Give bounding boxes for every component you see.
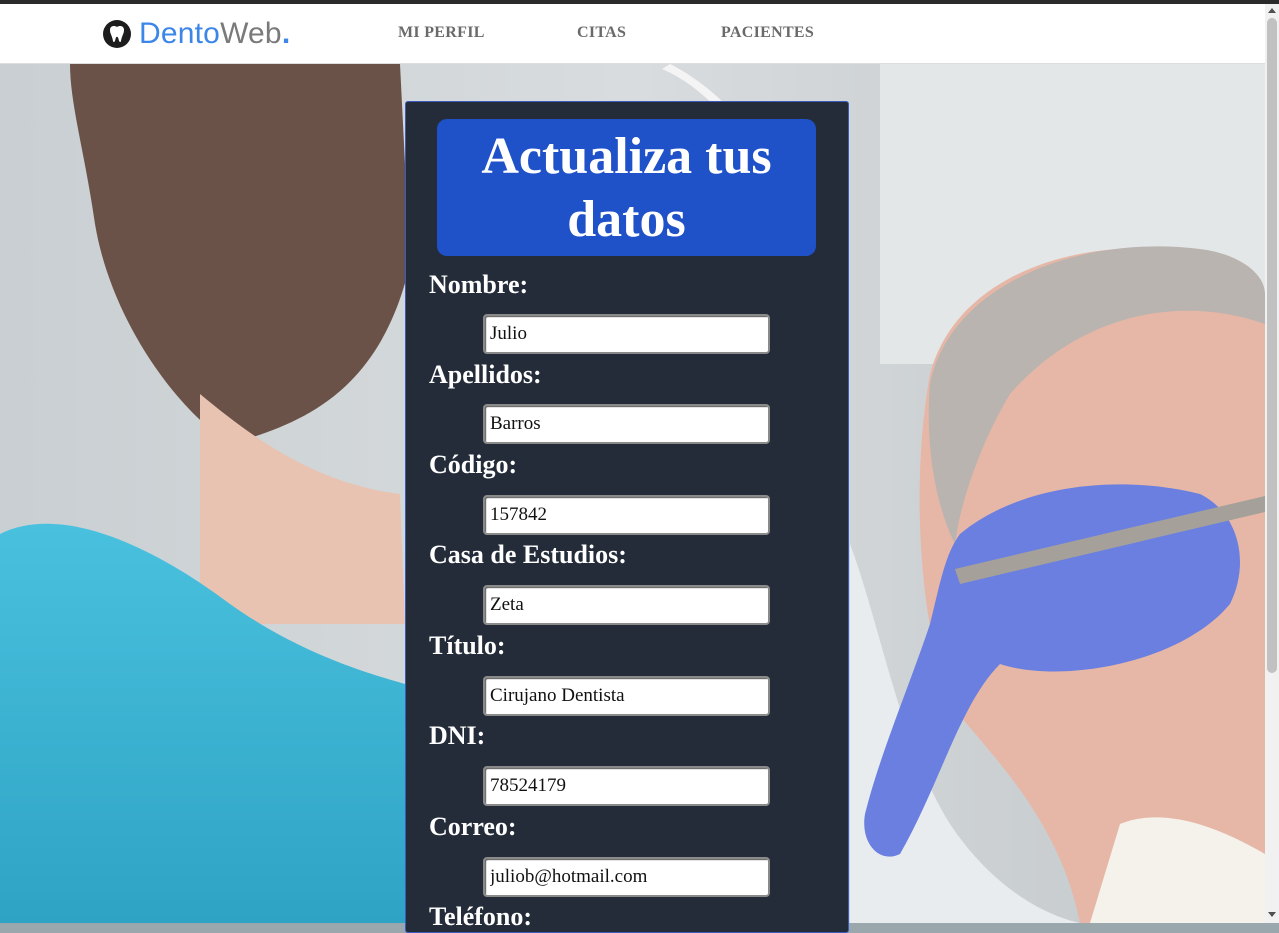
update-data-form: Actualiza tus datos Nombre: Apellidos: C…: [405, 101, 849, 933]
dni-input[interactable]: [483, 766, 770, 806]
nav-mi-perfil[interactable]: MI PERFIL: [398, 24, 485, 42]
nav-pacientes[interactable]: PACIENTES: [721, 24, 814, 42]
codigo-input[interactable]: [483, 495, 770, 535]
label-casa-de-estudios: Casa de Estudios:: [429, 540, 627, 569]
scroll-down-arrow-icon[interactable]: [1268, 912, 1276, 917]
brand-name: DentoWeb.: [139, 17, 290, 51]
label-telefono: Teléfono:: [429, 902, 533, 931]
tooth-icon: [103, 20, 131, 48]
label-dni: DNI:: [429, 721, 486, 750]
label-correo: Correo:: [429, 812, 517, 841]
brand-name-part2: Web: [220, 17, 282, 50]
scroll-up-arrow-icon[interactable]: [1268, 8, 1276, 13]
brand-name-dot: .: [281, 17, 291, 50]
label-apellidos: Apellidos:: [429, 360, 542, 389]
casa-de-estudios-input[interactable]: [483, 585, 770, 625]
scrollbar-thumb[interactable]: [1267, 18, 1277, 673]
nav-citas[interactable]: CITAS: [577, 24, 626, 42]
correo-input[interactable]: [483, 857, 770, 897]
brand-name-part1: Dento: [139, 17, 221, 50]
label-codigo: Código:: [429, 450, 518, 479]
label-nombre: Nombre:: [429, 270, 529, 299]
apellidos-input[interactable]: [483, 404, 770, 444]
brand-logo[interactable]: DentoWeb.: [103, 17, 290, 51]
navbar: DentoWeb. MI PERFIL CITAS PACIENTES: [0, 4, 1265, 64]
label-titulo: Título:: [429, 631, 506, 660]
nombre-input[interactable]: [483, 314, 770, 354]
form-title: Actualiza tus datos: [437, 119, 816, 256]
titulo-input[interactable]: [483, 676, 770, 716]
